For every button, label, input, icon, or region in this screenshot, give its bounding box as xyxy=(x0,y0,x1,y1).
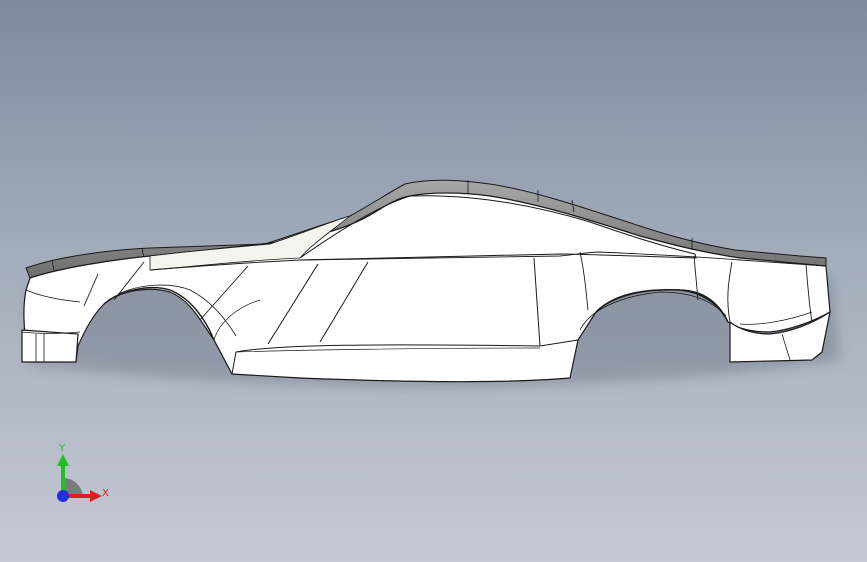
coordinate-triad-icon: Y X xyxy=(57,443,109,502)
car-body-model[interactable] xyxy=(0,0,867,562)
x-axis-label: X xyxy=(102,488,109,499)
z-axis xyxy=(57,490,69,502)
graphics-viewport[interactable]: Y X xyxy=(0,0,867,562)
y-axis-label: Y xyxy=(58,443,66,454)
front-lower xyxy=(21,329,79,363)
